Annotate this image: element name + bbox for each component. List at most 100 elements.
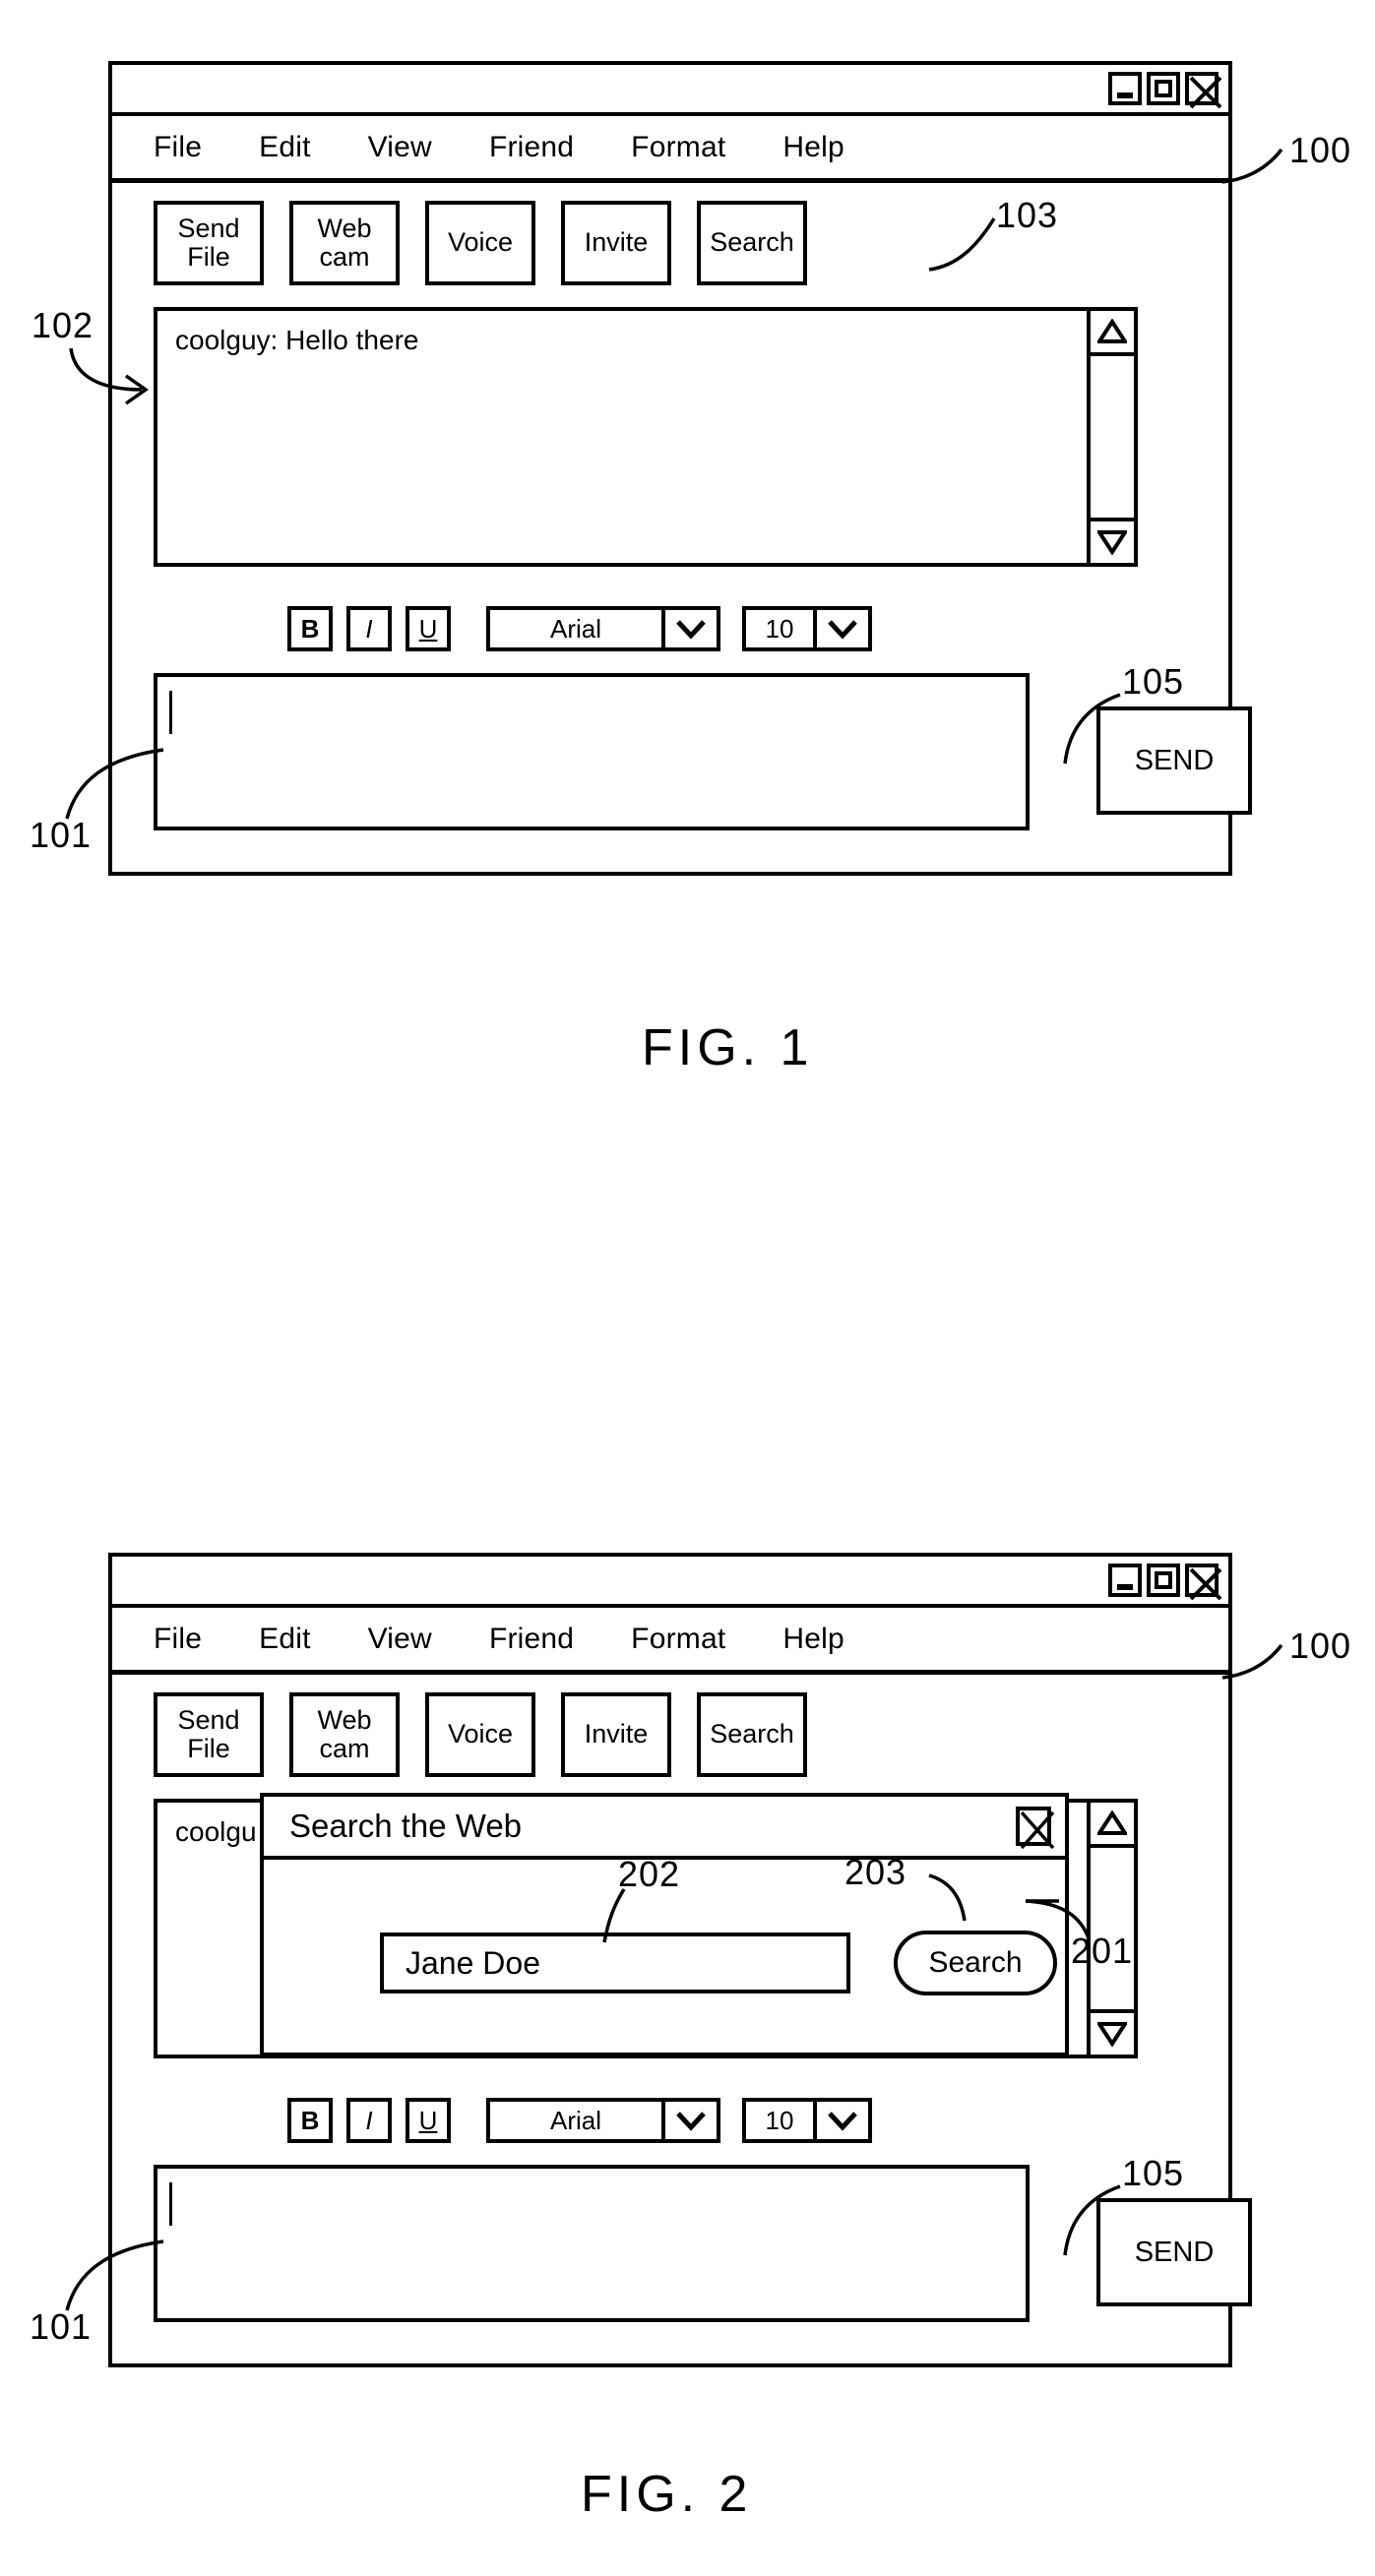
menu-item-file[interactable]: File	[154, 1623, 202, 1656]
leader-101-fig1	[65, 748, 164, 820]
menu-item-help[interactable]: Help	[782, 131, 844, 164]
leader-103-fig1	[928, 217, 996, 272]
toolbar-button-invite[interactable]: Invite	[561, 201, 671, 285]
maximize-icon[interactable]	[1147, 72, 1180, 105]
leader-100-fig1	[1221, 148, 1283, 184]
fig1-format-bar: B I U Arial 10	[287, 606, 872, 651]
toolbar-button-label-line1: Search	[710, 227, 794, 258]
minimize-icon[interactable]	[1108, 1564, 1142, 1597]
font-family-select[interactable]: Arial	[486, 606, 720, 651]
underline-button[interactable]: U	[406, 606, 451, 651]
menu-item-help[interactable]: Help	[782, 1623, 844, 1656]
chevron-down-icon[interactable]	[665, 2102, 717, 2139]
dialog-title: Search the Web	[289, 1808, 523, 1844]
fig1-compose-input[interactable]	[154, 673, 1030, 830]
scroll-up-arrow[interactable]	[1091, 311, 1134, 356]
figure-2-label: FIG. 2	[581, 2466, 753, 2523]
font-family-select[interactable]: Arial	[486, 2098, 720, 2143]
toolbar-button-search[interactable]: Search	[697, 201, 807, 285]
toolbar-button-web-cam[interactable]: Web cam	[289, 1692, 400, 1777]
toolbar-button-send-file[interactable]: Send File	[154, 201, 264, 285]
fig2-title-bar	[112, 1557, 1228, 1608]
leader-202-fig2	[602, 1888, 626, 1943]
callout-100-fig1: 100	[1289, 130, 1352, 170]
toolbar-button-web-cam[interactable]: Web cam	[289, 201, 400, 285]
text-caret	[169, 2182, 172, 2226]
close-icon[interactable]	[1016, 1807, 1055, 1850]
toolbar-button-label-line1: Invite	[584, 227, 649, 258]
toolbar-button-label-line2: File	[187, 1734, 230, 1763]
font-family-value: Arial	[490, 610, 665, 647]
toolbar-button-send-file[interactable]: Send File	[154, 1692, 264, 1777]
toolbar-button-invite[interactable]: Invite	[561, 1692, 671, 1777]
scrollbar-thumb[interactable]	[1091, 356, 1134, 518]
leader-203-fig2	[928, 1873, 967, 1922]
fig2-format-bar: B I U Arial 10	[287, 2098, 872, 2143]
callout-203-fig2: 203	[844, 1852, 907, 1892]
font-size-select[interactable]: 10	[742, 606, 872, 651]
callout-105-fig2: 105	[1122, 2153, 1185, 2193]
toolbar-button-label-line1: Send	[177, 213, 240, 243]
dialog-title-bar: Search the Web	[264, 1797, 1065, 1860]
leader-100-fig2	[1221, 1643, 1283, 1680]
callout-105-fig1: 105	[1122, 661, 1185, 702]
toolbar-button-label-line2: cam	[319, 242, 370, 272]
italic-button[interactable]: I	[346, 2098, 392, 2143]
fig2-compose-input[interactable]	[154, 2165, 1030, 2322]
font-family-value: Arial	[490, 2102, 665, 2139]
chevron-down-icon[interactable]	[817, 610, 868, 647]
toolbar-button-search[interactable]: Search	[697, 1692, 807, 1777]
menu-item-friend[interactable]: Friend	[489, 1623, 574, 1656]
menu-item-edit[interactable]: Edit	[259, 131, 311, 164]
chat-scrollbar[interactable]	[1087, 307, 1138, 567]
font-size-value: 10	[746, 2102, 817, 2139]
close-icon[interactable]	[1185, 72, 1222, 109]
toolbar-button-voice[interactable]: Voice	[425, 1692, 535, 1777]
toolbar-button-label-line1: Invite	[584, 1719, 649, 1749]
font-size-select[interactable]: 10	[742, 2098, 872, 2143]
menu-item-view[interactable]: View	[368, 131, 432, 164]
font-size-value: 10	[746, 610, 817, 647]
fig1-toolbar: Send File Web cam Voice Invite Search	[112, 201, 1228, 285]
leader-101-fig2	[65, 2239, 164, 2311]
maximize-icon[interactable]	[1147, 1564, 1180, 1597]
menu-item-format[interactable]: Format	[631, 1623, 725, 1656]
toolbar-button-label-line1: Search	[710, 1719, 794, 1749]
menu-item-edit[interactable]: Edit	[259, 1623, 311, 1656]
callout-101-fig1: 101	[30, 815, 93, 855]
scroll-down-arrow[interactable]	[1091, 2009, 1134, 2055]
fig1-title-bar	[112, 65, 1228, 116]
chat-message: coolguy: Hello there	[175, 325, 419, 355]
toolbar-button-label-line1: Web	[317, 213, 372, 243]
toolbar-button-label-line1: Web	[317, 1704, 372, 1735]
scroll-up-arrow[interactable]	[1091, 1803, 1134, 1848]
menu-item-friend[interactable]: Friend	[489, 131, 574, 164]
callout-102-fig1: 102	[31, 305, 94, 345]
close-icon[interactable]	[1185, 1564, 1222, 1601]
fig1-window-controls	[1108, 72, 1222, 109]
minimize-icon[interactable]	[1108, 72, 1142, 105]
fig1-chat-transcript: coolguy: Hello there	[154, 307, 1138, 567]
fig2-menu-bar: File Edit View Friend Format Help	[112, 1608, 1228, 1675]
leader-102-fig1	[69, 347, 150, 405]
figure-1-label: FIG. 1	[642, 1019, 814, 1076]
menu-item-format[interactable]: Format	[631, 131, 725, 164]
toolbar-button-label-line1: Voice	[447, 1719, 514, 1749]
underline-button[interactable]: U	[406, 2098, 451, 2143]
toolbar-button-label-line2: cam	[319, 1734, 370, 1763]
fig2-window-controls	[1108, 1564, 1222, 1601]
menu-item-view[interactable]: View	[368, 1623, 432, 1656]
callout-103-fig1: 103	[996, 195, 1059, 235]
italic-button[interactable]: I	[346, 606, 392, 651]
toolbar-button-voice[interactable]: Voice	[425, 201, 535, 285]
menu-item-file[interactable]: File	[154, 131, 202, 164]
patent-drawing-sheet: File Edit View Friend Format Help Send F…	[0, 0, 1375, 2576]
chevron-down-icon[interactable]	[817, 2102, 868, 2139]
toolbar-button-label-line2: File	[187, 242, 230, 272]
text-caret	[169, 691, 172, 734]
bold-button[interactable]: B	[287, 2098, 333, 2143]
toolbar-button-label-line1: Send	[177, 1704, 240, 1735]
bold-button[interactable]: B	[287, 606, 333, 651]
scroll-down-arrow[interactable]	[1091, 518, 1134, 563]
chevron-down-icon[interactable]	[665, 610, 717, 647]
